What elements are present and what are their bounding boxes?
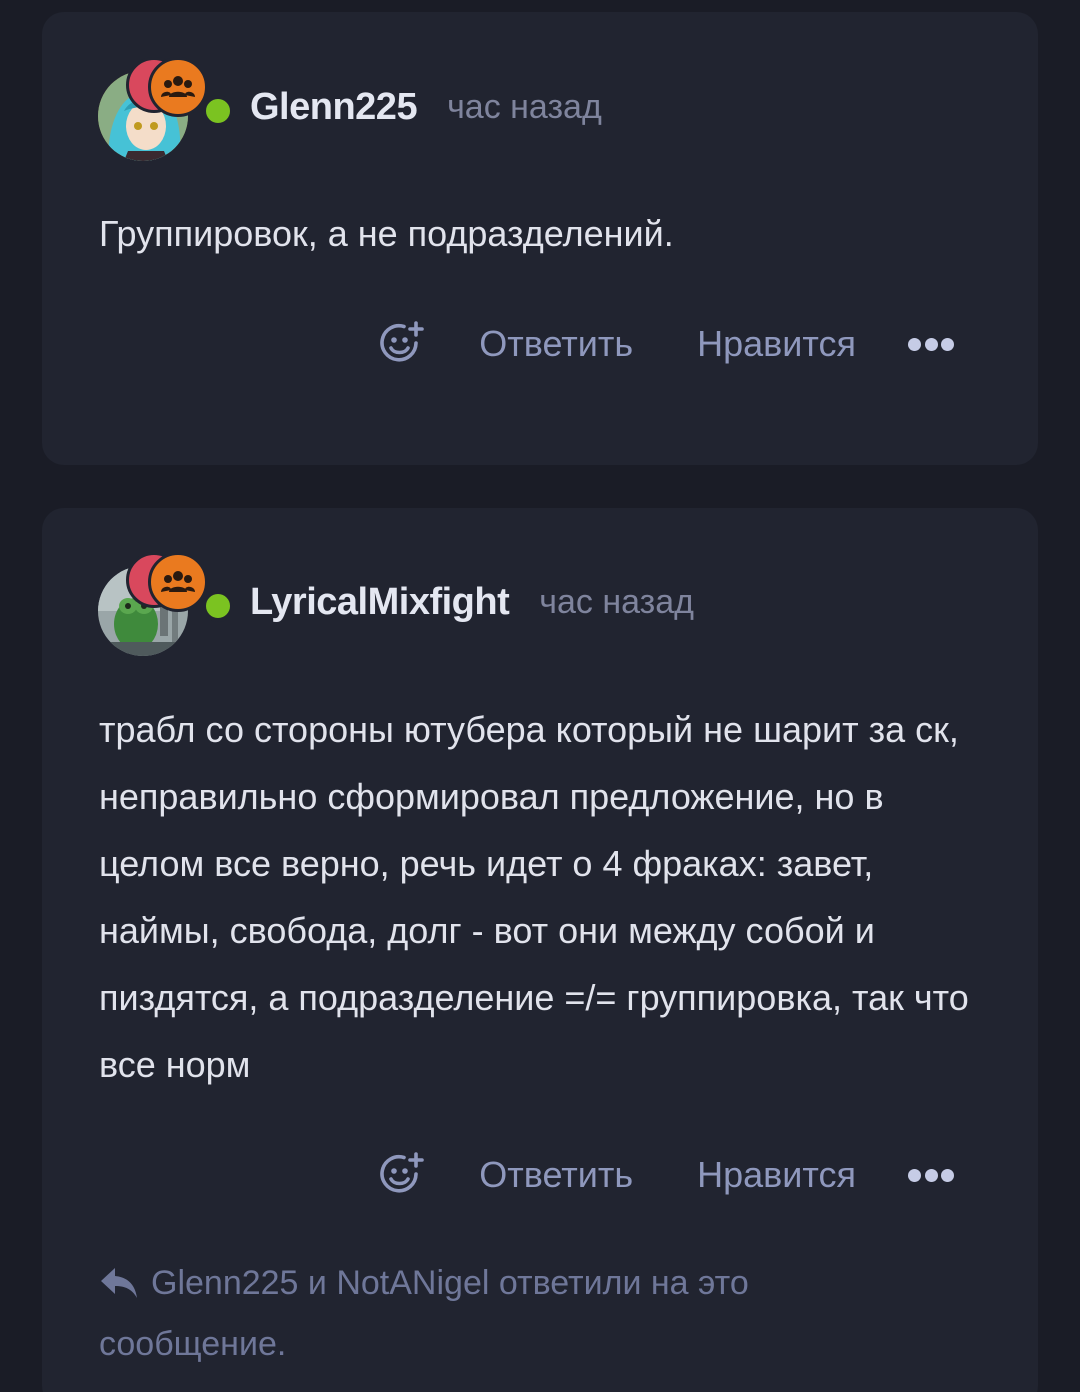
comment-text: Группировок, а не подразделений.: [99, 213, 674, 254]
replies-note-text: Glenn225 и NotANigel ответили на это соо…: [99, 1264, 749, 1363]
online-indicator: [202, 95, 234, 127]
online-indicator: [202, 590, 234, 622]
comment-actions: Ответить Нравится: [377, 1151, 954, 1199]
replies-link[interactable]: Glenn225 и NotANigel ответили на это соо…: [99, 1256, 859, 1372]
timestamp: час назад: [447, 87, 602, 126]
comment-text: трабл со стороны ютубера который не шари…: [99, 709, 969, 1085]
comment-header: Glenn225 час назад: [98, 57, 602, 161]
add-reaction-icon[interactable]: [377, 1151, 425, 1199]
group-icon: [148, 57, 208, 117]
comment-feed: Glenn225 час назад Группировок, а не под…: [0, 0, 1080, 1392]
comment-actions: Ответить Нравится: [377, 320, 954, 368]
username[interactable]: Glenn225: [250, 86, 418, 129]
comment-header: LyricalMixfight час назад: [98, 552, 694, 656]
reply-arrow-icon: [99, 1262, 139, 1317]
group-icon: [148, 552, 208, 612]
avatar-group[interactable]: [98, 57, 234, 161]
timestamp: час назад: [539, 582, 694, 621]
like-button[interactable]: Нравится: [697, 323, 856, 365]
add-reaction-icon[interactable]: [377, 320, 425, 368]
more-dots-icon[interactable]: [908, 334, 954, 354]
username[interactable]: LyricalMixfight: [250, 581, 510, 624]
like-button[interactable]: Нравится: [697, 1154, 856, 1196]
comment-card: Glenn225 час назад Группировок, а не под…: [42, 12, 1038, 465]
reply-button[interactable]: Ответить: [479, 323, 633, 365]
comment-card: LyricalMixfight час назад трабл со сторо…: [42, 508, 1038, 1392]
more-dots-icon[interactable]: [908, 1165, 954, 1185]
avatar-group[interactable]: [98, 552, 234, 656]
reply-button[interactable]: Ответить: [479, 1154, 633, 1196]
